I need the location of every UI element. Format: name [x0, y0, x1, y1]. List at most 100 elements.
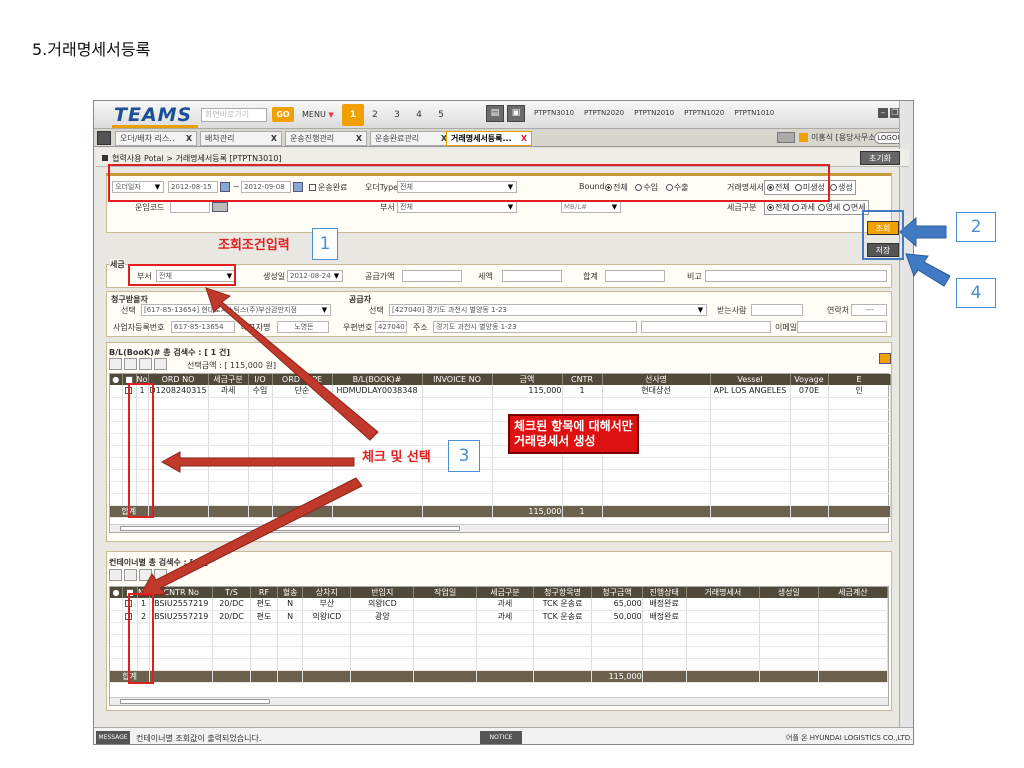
supply-amount-label: 공급가액 — [365, 272, 395, 281]
grid-header: 생성일 — [759, 587, 819, 598]
table-row[interactable]: 1 BSIU2557219 20/DC 편도 N 부산 의왕ICD 과세 TCK… — [110, 598, 889, 611]
cntr-count: 컨테이너별 총 검색수 : [ 2 ] — [109, 558, 209, 567]
work-code-input[interactable] — [170, 201, 210, 213]
radio-icon[interactable] — [792, 204, 800, 211]
notice-button[interactable]: NOTICE — [480, 731, 522, 744]
home-icon[interactable] — [97, 131, 111, 145]
cell: N — [277, 610, 304, 623]
tax-type-radio-group[interactable]: 전체 과세 영세 면세 — [764, 200, 869, 215]
table-row[interactable]: 1 D1208240315 과세 수입 단순 HDMUDLAY0038348 1… — [110, 385, 891, 398]
ceo-input[interactable]: 노영돈 — [277, 321, 329, 333]
receiver-label: 받는사람 — [717, 306, 747, 315]
mbl-select[interactable]: MB/L# ▼ — [561, 201, 621, 213]
supplier-select[interactable]: [427040] 경기도 과천시 별양동 1-23 ▼ — [389, 304, 707, 316]
add-row-icon[interactable] — [109, 358, 122, 370]
radio-icon[interactable] — [767, 204, 774, 211]
chevron-down-icon: ▼ — [328, 111, 334, 119]
chevron-down-icon: ▼ — [321, 306, 328, 314]
quick-nav-input[interactable]: 화면바로가기 — [201, 108, 267, 122]
program-link[interactable]: PTPTN2020 — [582, 109, 626, 117]
vertical-scrollbar[interactable] — [899, 101, 913, 729]
scroll-thumb[interactable] — [120, 699, 270, 704]
tax-type-label: 세금구분 — [727, 203, 757, 212]
tab-invoice-register[interactable]: 거래명세서등록... X — [446, 131, 532, 146]
radio-label: 전체 — [775, 203, 790, 212]
radio-icon[interactable] — [830, 184, 838, 191]
window-view-icon[interactable]: ▣ — [507, 105, 525, 122]
user-name: 이홍식 [용당사무소] — [811, 133, 879, 142]
tax-amount-input[interactable] — [502, 270, 562, 282]
grid-header: CNTR — [562, 374, 603, 385]
buyer-select-label: 선택 — [121, 306, 136, 315]
zip-input[interactable]: 427040 — [375, 321, 407, 333]
addr-detail-input[interactable] — [641, 321, 771, 333]
page-5[interactable]: 5 — [430, 104, 452, 126]
program-link[interactable]: PTPTN1010 — [732, 109, 776, 117]
tab-dispatch[interactable]: 배차관리 X — [200, 131, 282, 146]
go-button[interactable]: GO — [272, 107, 294, 122]
empty-row — [110, 445, 891, 458]
empty-row — [110, 634, 889, 647]
receiver-input[interactable] — [751, 304, 803, 316]
email-input[interactable] — [797, 321, 887, 333]
tab-scroll-icon[interactable] — [777, 132, 795, 143]
scroll-thumb[interactable] — [120, 526, 460, 531]
minimize-icon[interactable]: – — [878, 108, 888, 118]
grid-view-icon[interactable]: ▤ — [486, 105, 504, 122]
tab-order-list[interactable]: 오더/배차 리스.. X — [115, 131, 197, 146]
cell: TCK 운송료 — [533, 598, 593, 611]
tab-transport-done[interactable]: 운송완료관리 X — [370, 131, 452, 146]
supply-amount-input[interactable] — [402, 270, 462, 282]
add-row-icon[interactable] — [109, 569, 122, 581]
radio-icon[interactable] — [817, 204, 825, 211]
step-4-label: 4 — [956, 278, 996, 308]
program-link[interactable]: PTPTN3010 — [532, 109, 576, 117]
select-value: [617-85-13654] 현대로지스틱스(주)부산감만지점 — [144, 306, 297, 314]
tab-transport-progress[interactable]: 운송진행관리 X — [285, 131, 367, 146]
refresh-icon[interactable] — [154, 569, 167, 581]
status-bar: MESSAGE 컨테이너별 조회값이 출력되었습니다. NOTICE 어플 온 … — [94, 727, 913, 744]
cell: N — [277, 598, 304, 611]
total-input[interactable] — [605, 270, 665, 282]
copy-icon[interactable] — [124, 358, 137, 370]
empty-row — [110, 658, 889, 671]
close-icon[interactable]: X — [271, 132, 277, 145]
contact-input[interactable]: --- — [851, 304, 887, 316]
reset-button[interactable]: 초기화 — [860, 151, 900, 165]
copy-icon[interactable] — [124, 569, 137, 581]
addr-input[interactable]: 경기도 과천시 별양동 1-23 — [433, 321, 637, 333]
cell: 현대상선 — [602, 385, 711, 398]
cell: BSIU2557219 — [149, 598, 214, 611]
cell: APL LOS ANGELES — [710, 385, 791, 398]
program-link[interactable]: PTPTN2010 — [632, 109, 676, 117]
horizontal-scrollbar[interactable] — [110, 524, 888, 532]
cell — [686, 598, 761, 611]
table-row[interactable]: 2 BSIU2557219 20/DC 편도 N 의왕ICD 광양 과세 TCK… — [110, 610, 889, 623]
buyer-select[interactable]: [617-85-13654] 현대로지스틱스(주)부산감만지점 ▼ — [141, 304, 331, 316]
menu-button[interactable]: MENU ▼ — [302, 107, 334, 122]
grid-header: T/S — [212, 587, 251, 598]
close-icon[interactable]: X — [186, 132, 192, 145]
radio-icon[interactable] — [842, 204, 850, 211]
delete-icon[interactable] — [139, 569, 152, 581]
dept-select[interactable]: 전체 ▼ — [397, 201, 517, 213]
page-3[interactable]: 3 — [386, 104, 408, 126]
program-link[interactable]: PTPTN1020 — [682, 109, 726, 117]
delete-icon[interactable] — [139, 358, 152, 370]
page-4[interactable]: 4 — [408, 104, 430, 126]
excel-icon[interactable] — [879, 353, 891, 364]
close-icon[interactable]: X — [521, 132, 527, 145]
grid-header: 선사명 — [602, 374, 711, 385]
bl-toolbar — [109, 358, 167, 370]
note-input[interactable] — [705, 270, 887, 282]
cell: 편도 — [250, 610, 279, 623]
refresh-icon[interactable] — [154, 358, 167, 370]
created-date-select[interactable]: 2012-08-24 ▼ — [287, 270, 343, 282]
chevron-down-icon: ▼ — [507, 203, 514, 211]
search-icon[interactable] — [212, 202, 228, 212]
horizontal-scrollbar[interactable] — [110, 697, 888, 705]
close-icon[interactable]: X — [356, 132, 362, 145]
page-2[interactable]: 2 — [364, 104, 386, 126]
page-1[interactable]: 1 — [342, 104, 364, 126]
buyer-reg-input[interactable]: 617-85-13654 — [171, 321, 235, 333]
